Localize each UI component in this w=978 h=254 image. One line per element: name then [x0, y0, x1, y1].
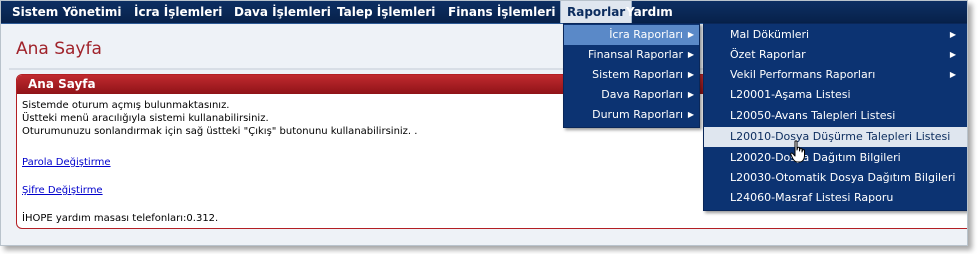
- submenu-item-l20050[interactable]: L20050-Avans Talepleri Listesi: [704, 106, 967, 126]
- info-line-3: Oturumunuzu sonlandırmak için sağ üsttek…: [22, 126, 418, 137]
- submenu-item-l20001[interactable]: L20001-Aşama Listesi: [704, 85, 967, 105]
- menu-sistem-yonetimi[interactable]: Sistem Yönetimi: [12, 1, 121, 23]
- menu-yardim[interactable]: Yardım: [626, 1, 673, 23]
- menu-finans-islemleri[interactable]: Finans İşlemleri: [448, 1, 555, 23]
- helpdesk-phone-text: İHOPE yardım masası telefonları:0.312.: [22, 213, 219, 224]
- main-menubar: Sistem Yönetimi İcra İşlemleri Dava İşle…: [1, 1, 967, 24]
- submenu-item-l20020[interactable]: L20020-Dosya Dağıtım Bilgileri: [704, 148, 967, 168]
- menu-item-label: Finansal Raporlar: [588, 48, 683, 61]
- info-line-2: Üstteki menü aracılığıyla sistemi kullan…: [22, 113, 269, 124]
- menu-item-label: Mal Dökümleri: [730, 28, 810, 41]
- submenu-item-ozet-raporlar[interactable]: Özet Raporlar ▶: [704, 45, 967, 65]
- menu-item-label: İcra Raporları: [609, 28, 683, 41]
- menu-item-label: Özet Raporlar: [730, 48, 806, 61]
- menu-item-sistem-raporlari[interactable]: Sistem Raporları ▶: [564, 65, 699, 85]
- triangle-right-icon: ▶: [949, 50, 956, 59]
- app-window: Sistem Yönetimi İcra İşlemleri Dava İşle…: [0, 0, 968, 246]
- menu-item-icra-raporlari[interactable]: İcra Raporları ▶: [564, 25, 699, 45]
- submenu-item-l20010[interactable]: L20010-Dosya Düşürme Talepleri Listesi: [704, 127, 967, 147]
- menu-talep-islemleri[interactable]: Talep İşlemleri: [337, 1, 435, 23]
- page-title: Ana Sayfa: [16, 39, 102, 59]
- info-line-1: Sistemde oturum açmış bulunmaktasınız.: [22, 100, 230, 111]
- menu-item-label: Durum Raporları: [592, 108, 683, 121]
- triangle-right-icon: ▶: [687, 30, 694, 39]
- icra-raporlari-submenu: Mal Dökümleri ▶ Özet Raporlar ▶ Vekil Pe…: [703, 23, 967, 211]
- triangle-right-icon: ▶: [949, 30, 956, 39]
- menu-item-dava-raporlari[interactable]: Dava Raporları ▶: [564, 85, 699, 105]
- submenu-item-l24060[interactable]: L24060-Masraf Listesi Raporu: [704, 188, 967, 208]
- menu-item-label: Sistem Raporları: [592, 68, 683, 81]
- parola-degistirme-link[interactable]: Parola Değiştirme: [22, 157, 111, 168]
- submenu-item-mal-dokumleri[interactable]: Mal Dökümleri ▶: [704, 25, 967, 45]
- menu-raporlar[interactable]: Raporlar: [560, 1, 633, 23]
- triangle-right-icon: ▶: [949, 70, 956, 79]
- menu-item-label: Vekil Performans Raporları: [730, 68, 876, 81]
- triangle-right-icon: ▶: [687, 90, 694, 99]
- triangle-right-icon: ▶: [687, 110, 694, 119]
- menu-dava-islemleri[interactable]: Dava İşlemleri: [234, 1, 331, 23]
- menu-item-durum-raporlari[interactable]: Durum Raporları ▶: [564, 105, 699, 125]
- triangle-right-icon: ▶: [687, 70, 694, 79]
- menu-item-finansal-raporlar[interactable]: Finansal Raporlar ▶: [564, 45, 699, 65]
- raporlar-dropdown: İcra Raporları ▶ Finansal Raporlar ▶ Sis…: [563, 23, 700, 128]
- triangle-right-icon: ▶: [687, 50, 694, 59]
- menu-item-label: Dava Raporları: [601, 88, 683, 101]
- submenu-item-vekil-performans[interactable]: Vekil Performans Raporları ▶: [704, 65, 967, 85]
- menu-icra-islemleri[interactable]: İcra İşlemleri: [134, 1, 222, 23]
- sifre-degistirme-link[interactable]: Şifre Değiştirme: [22, 185, 103, 196]
- hand-pointer-icon: [790, 140, 805, 163]
- submenu-item-l20030[interactable]: L20030-Otomatik Dosya Dağıtım Bilgileri: [704, 168, 967, 188]
